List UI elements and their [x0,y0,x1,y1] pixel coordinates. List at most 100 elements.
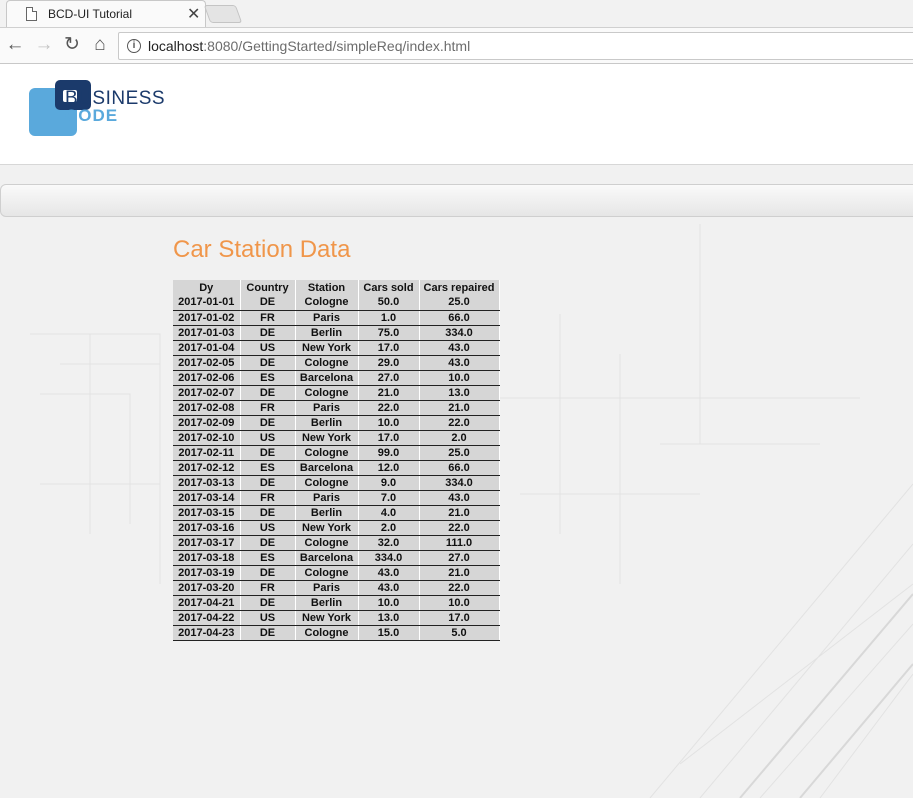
cars-sold-cell: 43.0 [358,565,420,581]
dy-cell: 2017-03-16 [173,520,241,536]
station-cell: Berlin [295,595,359,611]
table-row: 2017-01-02 FR Paris 1.0 66.0 [173,310,500,326]
dy-cell: 2017-03-15 [173,505,241,521]
country-cell: US [240,430,296,446]
country-cell: DE [240,505,296,521]
table-row: 2017-03-18 ES Barcelona 334.0 27.0 [173,550,500,566]
dy-cell: 2017-01-03 [173,325,241,341]
country-cell: FR [240,310,296,326]
table-header-row: Dy Country Station Cars sold Cars repair… [173,280,500,295]
table-row: 2017-03-19 DE Cologne 43.0 21.0 [173,565,500,581]
cars-repaired-cell: 10.0 [419,370,500,386]
column-header-station[interactable]: Station [295,280,359,295]
address-bar[interactable]: i localhost:8080/GettingStarted/simpleRe… [118,32,913,60]
country-cell: DE [240,415,296,431]
home-icon[interactable]: ⌂ [89,34,111,56]
table-row: 2017-04-21 DE Berlin 10.0 10.0 [173,595,500,611]
country-cell: FR [240,580,296,596]
column-header-cars-sold[interactable]: Cars sold [358,280,420,295]
station-cell: Paris [295,490,359,506]
country-cell: DE [240,445,296,461]
country-cell: DE [240,355,296,371]
cars-repaired-cell: 334.0 [419,325,500,341]
cars-sold-cell: 75.0 [358,325,420,341]
url-path: :8080/GettingStarted/simpleReq/index.htm… [203,38,471,54]
dy-cell: 2017-03-17 [173,535,241,551]
dy-cell: 2017-03-13 [173,475,241,491]
back-arrow-icon[interactable]: ← [4,34,26,56]
table-row: 2017-02-10 US New York 17.0 2.0 [173,430,500,446]
cars-repaired-cell: 21.0 [419,505,500,521]
page-title: Car Station Data [173,236,351,263]
cars-repaired-cell: 13.0 [419,385,500,401]
station-cell: Berlin [295,325,359,341]
logo-text-code: CODE [65,106,119,125]
table-row: 2017-02-07 DE Cologne 21.0 13.0 [173,385,500,401]
table-row: 2017-03-20 FR Paris 43.0 22.0 [173,580,500,596]
column-header-country[interactable]: Country [240,280,296,295]
country-cell: US [240,520,296,536]
dy-cell: 2017-02-10 [173,430,241,446]
table-row: 2017-02-09 DE Berlin 10.0 22.0 [173,415,500,431]
cars-sold-cell: 4.0 [358,505,420,521]
cars-repaired-cell: 334.0 [419,475,500,491]
dy-cell: 2017-03-19 [173,565,241,581]
table-row: 2017-02-11 DE Cologne 99.0 25.0 [173,445,500,461]
forward-arrow-icon[interactable]: → [33,34,55,56]
table-row: 2017-03-13 DE Cologne 9.0 334.0 [173,475,500,491]
cars-sold-cell: 334.0 [358,550,420,566]
cars-repaired-cell: 5.0 [419,625,500,641]
dy-cell: 2017-04-23 [173,625,241,641]
station-cell: Cologne [295,385,359,401]
cars-sold-cell: 12.0 [358,460,420,476]
cars-sold-cell: 99.0 [358,445,420,461]
column-header-dy[interactable]: Dy [173,280,241,295]
dy-cell: 2017-02-08 [173,400,241,416]
column-header-cars-repaired[interactable]: Cars repaired [419,280,500,295]
table-row: 2017-03-15 DE Berlin 4.0 21.0 [173,505,500,521]
table-row: 2017-01-04 US New York 17.0 43.0 [173,340,500,356]
country-cell: DE [240,535,296,551]
cars-repaired-cell: 10.0 [419,595,500,611]
close-icon[interactable]: ✕ [187,4,200,24]
cars-sold-cell: 10.0 [358,595,420,611]
info-icon[interactable]: i [127,39,141,53]
station-cell: Cologne [295,355,359,371]
table-row: 2017-01-01 DE Cologne 50.0 25.0 [173,295,500,311]
page-content: BUSINESS CODE Car Station Data Dy Countr… [0,64,913,798]
table-row: 2017-03-16 US New York 2.0 22.0 [173,520,500,536]
country-cell: DE [240,475,296,491]
cars-sold-cell: 50.0 [358,295,420,311]
table-row: 2017-02-05 DE Cologne 29.0 43.0 [173,355,500,371]
cars-sold-cell: 10.0 [358,415,420,431]
station-cell: Barcelona [295,460,359,476]
table-row: 2017-03-17 DE Cologne 32.0 111.0 [173,535,500,551]
browser-tab[interactable]: BCD-UI Tutorial ✕ [6,0,206,27]
cars-repaired-cell: 22.0 [419,415,500,431]
dy-cell: 2017-02-11 [173,445,241,461]
station-cell: New York [295,520,359,536]
dy-cell: 2017-03-14 [173,490,241,506]
cars-sold-cell: 21.0 [358,385,420,401]
station-cell: Berlin [295,505,359,521]
table-row: 2017-02-08 FR Paris 22.0 21.0 [173,400,500,416]
cars-repaired-cell: 21.0 [419,400,500,416]
station-cell: Barcelona [295,370,359,386]
browser-toolbar: ← → ↻ ⌂ i localhost:8080/GettingStarted/… [0,27,913,64]
country-cell: US [240,610,296,626]
station-cell: New York [295,340,359,356]
dy-cell: 2017-04-22 [173,610,241,626]
cars-sold-cell: 1.0 [358,310,420,326]
station-cell: Cologne [295,295,359,311]
country-cell: DE [240,385,296,401]
country-cell: DE [240,325,296,341]
reload-icon[interactable]: ↻ [61,34,83,56]
cars-repaired-cell: 27.0 [419,550,500,566]
dy-cell: 2017-04-21 [173,595,241,611]
country-cell: FR [240,490,296,506]
table-row: 2017-02-06 ES Barcelona 27.0 10.0 [173,370,500,386]
new-tab-button[interactable] [203,5,243,23]
dy-cell: 2017-03-20 [173,580,241,596]
cars-sold-cell: 2.0 [358,520,420,536]
cars-repaired-cell: 111.0 [419,535,500,551]
